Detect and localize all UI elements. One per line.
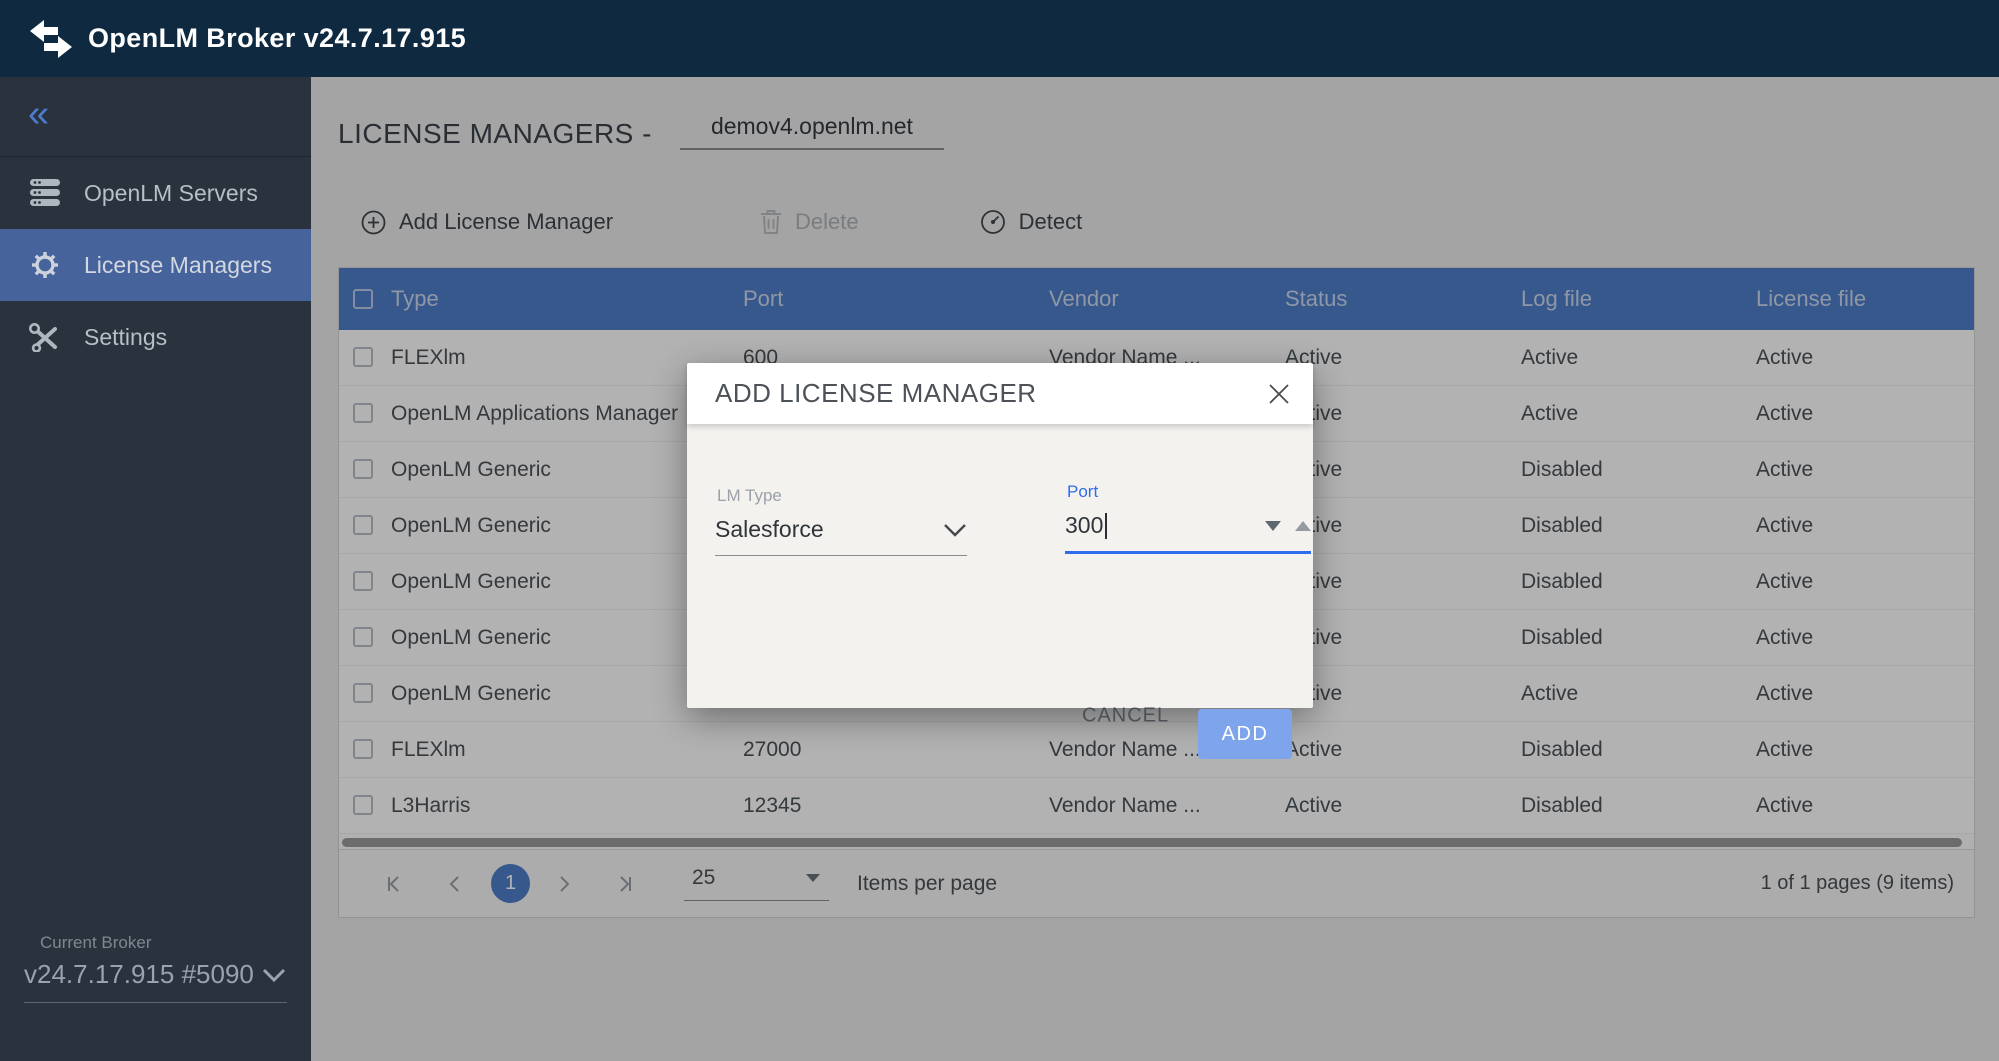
tools-icon [28, 322, 62, 352]
openlm-logo-icon [28, 18, 74, 60]
current-broker-label: Current Broker [40, 933, 311, 953]
current-broker-select[interactable]: v24.7.17.915 #5090 [24, 959, 287, 1003]
sidebar-item-label: Settings [84, 324, 167, 351]
gear-icon [28, 250, 62, 280]
sidebar-item-openlm-servers[interactable]: OpenLM Servers [0, 157, 311, 229]
port-input[interactable]: 300 [1065, 512, 1311, 554]
chevron-down-icon [943, 523, 967, 537]
dialog-title: ADD LICENSE MANAGER [715, 378, 1037, 409]
lm-type-value: Salesforce [715, 516, 824, 543]
spinner-decrement-icon[interactable] [1265, 521, 1281, 531]
spinner-increment-icon[interactable] [1295, 521, 1311, 531]
app-title: OpenLM Broker v24.7.17.915 [88, 23, 466, 54]
lm-type-field: LM Type Salesforce [715, 486, 967, 556]
sidebar-item-label: OpenLM Servers [84, 180, 258, 207]
chevron-down-icon [261, 967, 287, 983]
port-value: 300 [1065, 512, 1103, 539]
sidebar-collapse[interactable]: « [0, 77, 311, 157]
port-label: Port [1067, 482, 1311, 502]
current-broker-value: v24.7.17.915 #5090 [24, 959, 254, 990]
dialog-body: LM Type Salesforce Port 300 CANCEL [687, 424, 1313, 708]
port-field: Port 300 [1065, 482, 1311, 554]
servers-icon [28, 178, 62, 208]
lm-type-label: LM Type [717, 486, 967, 506]
cancel-button[interactable]: CANCEL [1082, 705, 1169, 728]
add-button[interactable]: ADD [1198, 709, 1292, 759]
sidebar-item-license-managers[interactable]: License Managers [0, 229, 311, 301]
close-icon [1267, 382, 1291, 406]
current-broker-block: Current Broker v24.7.17.915 #5090 [0, 933, 311, 1003]
add-license-manager-dialog: ADD LICENSE MANAGER LM Type Salesforce P… [687, 363, 1313, 708]
text-caret [1105, 513, 1107, 539]
top-bar: OpenLM Broker v24.7.17.915 [0, 0, 1999, 77]
dialog-header: ADD LICENSE MANAGER [687, 363, 1313, 424]
sidebar: « OpenLM Servers License Managers [0, 77, 311, 1061]
close-button[interactable] [1267, 382, 1291, 406]
sidebar-item-settings[interactable]: Settings [0, 301, 311, 373]
lm-type-dropdown[interactable]: Salesforce [715, 516, 967, 556]
sidebar-item-label: License Managers [84, 252, 272, 279]
